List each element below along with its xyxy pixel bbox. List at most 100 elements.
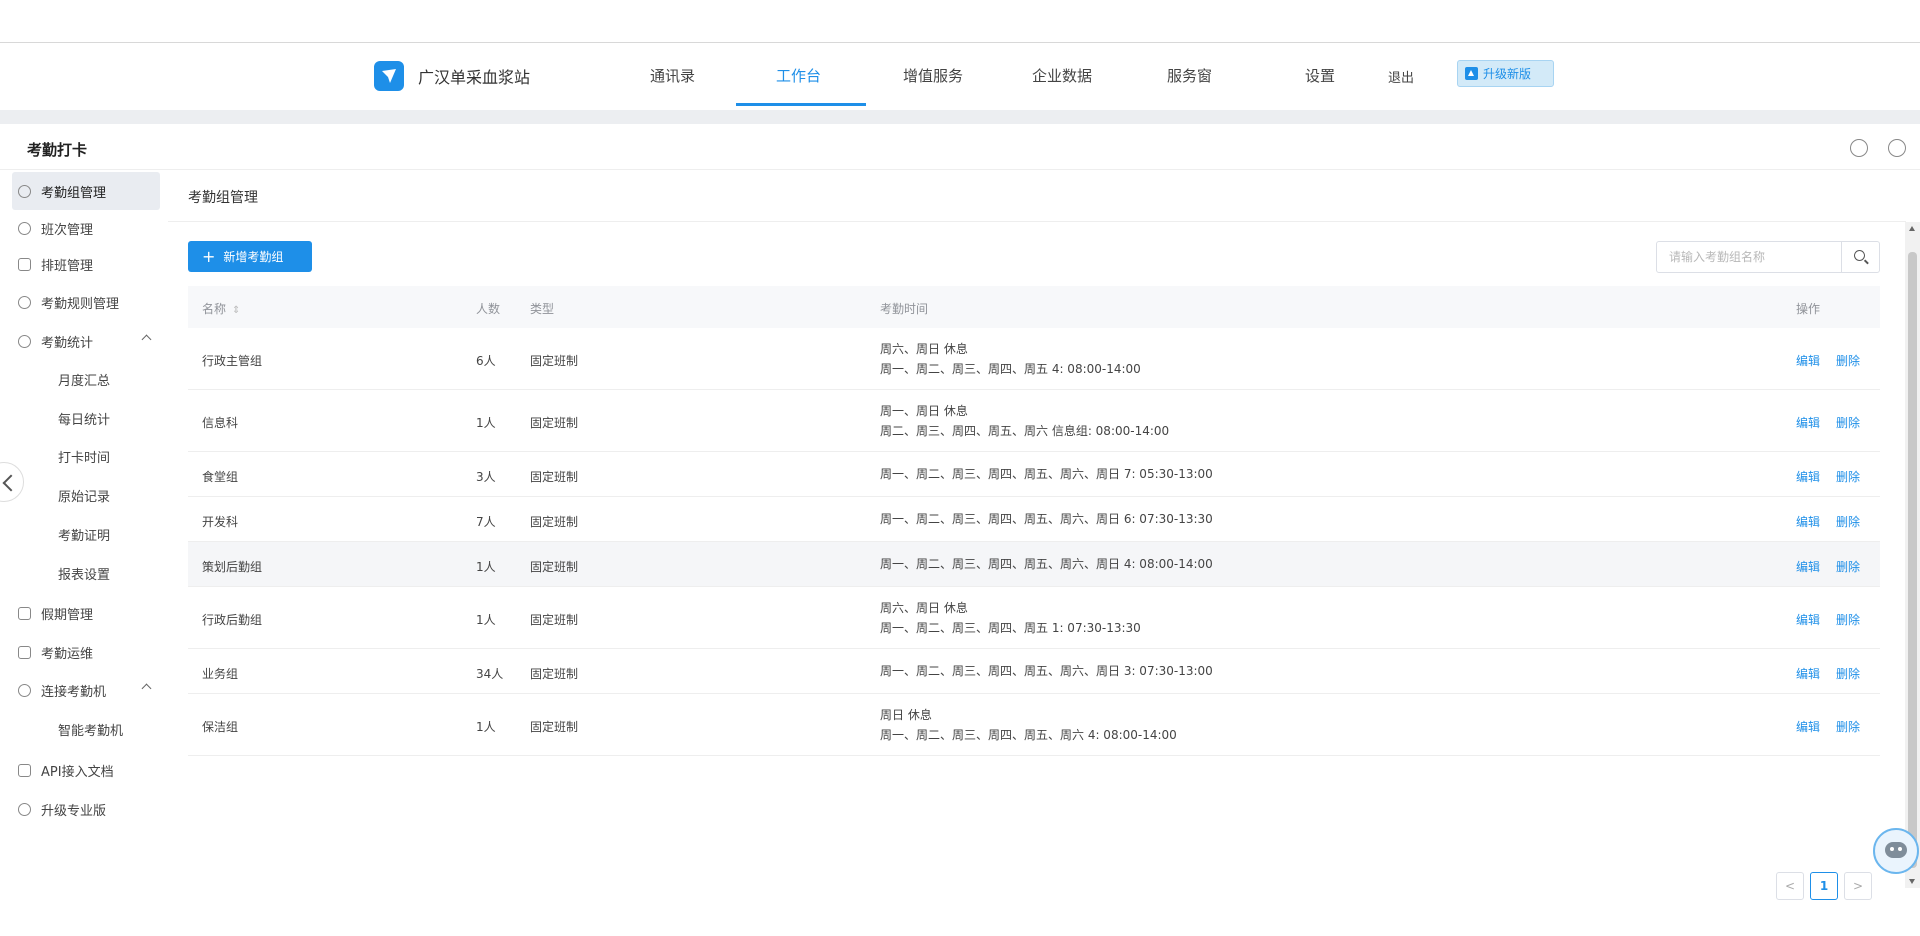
attendance-time: 周日 休息 周一、周二、周三、周四、周五、周六 4: 08:00-14:00 xyxy=(880,705,1177,745)
edit-link[interactable]: 编辑 xyxy=(1796,665,1820,682)
time-line: 周一、周二、周三、周四、周五、周六、周日 7: 05:30-13:00 xyxy=(880,467,1213,481)
edit-link[interactable]: 编辑 xyxy=(1796,414,1820,431)
edit-link[interactable]: 编辑 xyxy=(1796,558,1820,575)
location-icon[interactable] xyxy=(1850,139,1868,157)
nav-workbench[interactable]: 工作台 xyxy=(776,65,821,86)
scrollbar-thumb[interactable] xyxy=(1908,252,1917,868)
member-count: 1人 xyxy=(476,416,496,430)
sidebar-item-shift[interactable]: 班次管理 xyxy=(18,209,160,247)
column-label: 名称 xyxy=(202,302,227,316)
sidebar-item-rules[interactable]: 考勤规则管理 xyxy=(18,283,160,321)
schedule-type: 固定班制 xyxy=(530,560,579,574)
sidebar-sub-raw-records[interactable]: 原始记录 xyxy=(58,476,110,514)
table-row: 策划后勤组 1人 固定班制 周一、周二、周三、周四、周五、周六、周日 4: 08… xyxy=(188,542,1880,587)
edit-link[interactable]: 编辑 xyxy=(1796,718,1820,735)
schedule-type: 固定班制 xyxy=(530,613,579,627)
assistant-robot-icon[interactable] xyxy=(1873,828,1919,874)
sidebar-sub-monthly[interactable]: 月度汇总 xyxy=(58,360,110,398)
column-header-name[interactable]: 名称 ⇕ xyxy=(202,300,240,317)
clock-icon xyxy=(18,334,31,348)
pagination: < 1 > xyxy=(1776,872,1872,900)
attendance-time: 周六、周日 休息 周一、周二、周三、周四、周五 1: 07:30-13:30 xyxy=(880,598,1141,638)
brand-logo-icon xyxy=(374,61,404,91)
sidebar-item-api-docs[interactable]: API接入文档 xyxy=(18,751,160,789)
search-input[interactable] xyxy=(1657,242,1839,272)
group-name: 食堂组 xyxy=(202,470,239,484)
chevron-up-icon xyxy=(141,683,152,694)
scroll-down-arrow-icon[interactable] xyxy=(1909,879,1915,884)
prev-page-button[interactable]: < xyxy=(1776,872,1804,900)
delete-link[interactable]: 删除 xyxy=(1836,665,1860,682)
delete-link[interactable]: 删除 xyxy=(1836,513,1860,530)
schedule-type: 固定班制 xyxy=(530,720,579,734)
sidebar-item-upgrade-pro[interactable]: 升级专业版 xyxy=(18,790,160,828)
brand-name: 广汉单采血浆站 xyxy=(418,68,531,87)
robot-face xyxy=(1885,842,1907,858)
table-header: 名称 ⇕ 人数 类型 考勤时间 操作 xyxy=(188,286,1880,328)
edit-link[interactable]: 编辑 xyxy=(1796,611,1820,628)
plus-icon: + xyxy=(202,246,216,266)
time-line: 周一、周二、周三、周四、周五 1: 07:30-13:30 xyxy=(880,621,1141,635)
sidebar-sub-smart-machine[interactable]: 智能考勤机 xyxy=(58,710,123,748)
vertical-scrollbar[interactable] xyxy=(1905,222,1920,888)
nav-settings[interactable]: 设置 xyxy=(1305,65,1335,86)
sidebar-item-attendance-group[interactable]: 考勤组管理 xyxy=(12,172,160,210)
table-row: 开发科 7人 固定班制 周一、周二、周三、周四、周五、周六、周日 6: 07:3… xyxy=(188,497,1880,542)
next-page-button[interactable]: > xyxy=(1844,872,1872,900)
device-icon xyxy=(18,683,31,697)
delete-link[interactable]: 删除 xyxy=(1836,352,1860,369)
delete-link[interactable]: 删除 xyxy=(1836,414,1860,431)
nav-contacts[interactable]: 通讯录 xyxy=(650,65,695,86)
delete-link[interactable]: 删除 xyxy=(1836,468,1860,485)
sidebar-sub-punch-time[interactable]: 打卡时间 xyxy=(58,437,110,475)
nav-logout[interactable]: 退出 xyxy=(1388,67,1414,86)
sidebar-item-statistics[interactable]: 考勤统计 xyxy=(18,322,160,360)
sidebar-item-connect-machine[interactable]: 连接考勤机 xyxy=(18,671,160,709)
gear-icon xyxy=(18,295,31,309)
column-header-ops: 操作 xyxy=(1796,302,1821,316)
time-line: 周一、周二、周三、周四、周五、周六、周日 4: 08:00-14:00 xyxy=(880,557,1213,571)
nav-enterprise-data[interactable]: 企业数据 xyxy=(1032,65,1092,86)
attendance-time: 周六、周日 休息 周一、周二、周三、周四、周五 4: 08:00-14:00 xyxy=(880,339,1141,379)
holiday-icon xyxy=(18,606,31,620)
delete-link[interactable]: 删除 xyxy=(1836,718,1860,735)
search-icon xyxy=(1854,250,1865,261)
sidebar-item-label: 假期管理 xyxy=(41,607,94,623)
time-line: 周一、周二、周三、周四、周五 4: 08:00-14:00 xyxy=(880,362,1141,376)
sidebar-sub-report-settings[interactable]: 报表设置 xyxy=(58,554,110,592)
sidebar-sub-daily[interactable]: 每日统计 xyxy=(58,399,110,437)
brand[interactable]: 广汉单采血浆站 xyxy=(374,61,530,91)
schedule-type: 固定班制 xyxy=(530,515,579,529)
time-line: 周一、周二、周三、周四、周五、周六、周日 6: 07:30-13:30 xyxy=(880,512,1213,526)
sidebar-sub-proof[interactable]: 考勤证明 xyxy=(58,515,110,553)
sidebar-item-ops[interactable]: 考勤运维 xyxy=(18,633,160,671)
delete-link[interactable]: 删除 xyxy=(1836,558,1860,575)
edit-link[interactable]: 编辑 xyxy=(1796,352,1820,369)
section-divider xyxy=(168,221,1906,222)
sidebar-item-label: 排班管理 xyxy=(41,258,94,274)
group-name: 行政主管组 xyxy=(202,354,263,368)
time-line: 周六、周日 休息 xyxy=(880,601,968,615)
schedule-type: 固定班制 xyxy=(530,354,579,368)
edit-link[interactable]: 编辑 xyxy=(1796,513,1820,530)
sidebar-item-schedule[interactable]: 排班管理 xyxy=(18,245,160,283)
help-icon[interactable] xyxy=(1888,139,1906,157)
search-button[interactable] xyxy=(1841,242,1879,272)
upgrade-icon xyxy=(1465,67,1478,80)
nav-value-added[interactable]: 增值服务 xyxy=(903,65,963,86)
nav-service-window[interactable]: 服务窗 xyxy=(1167,65,1212,86)
sidebar-item-label: 考勤运维 xyxy=(41,646,94,662)
page-number-button[interactable]: 1 xyxy=(1810,872,1838,900)
add-group-label: 新增考勤组 xyxy=(223,250,284,264)
monitor-icon xyxy=(18,645,31,659)
delete-link[interactable]: 删除 xyxy=(1836,611,1860,628)
scroll-up-arrow-icon[interactable] xyxy=(1909,226,1915,231)
add-group-button[interactable]: + 新增考勤组 xyxy=(188,241,312,272)
sort-icon[interactable]: ⇕ xyxy=(232,305,240,316)
edit-link[interactable]: 编辑 xyxy=(1796,468,1820,485)
sidebar-item-holiday[interactable]: 假期管理 xyxy=(18,594,160,632)
upgrade-button[interactable]: 升级新版 xyxy=(1457,60,1554,87)
sidebar-item-label: 连接考勤机 xyxy=(41,684,107,700)
table-row: 业务组 34人 固定班制 周一、周二、周三、周四、周五、周六、周日 3: 07:… xyxy=(188,649,1880,694)
column-header-type: 类型 xyxy=(530,302,555,316)
